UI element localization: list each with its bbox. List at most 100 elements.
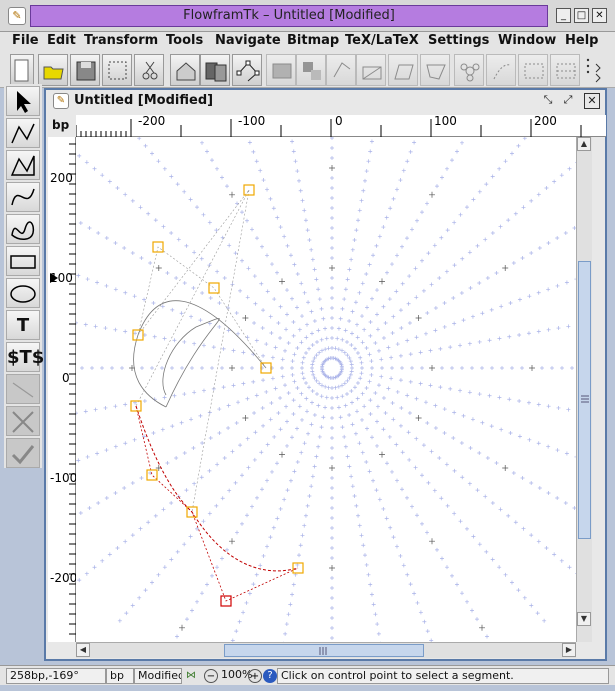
line-tool[interactable] <box>6 118 40 148</box>
minimize-button[interactable]: _ <box>556 8 571 23</box>
path-button[interactable] <box>420 54 450 86</box>
rotate-button[interactable] <box>326 54 356 86</box>
new-button[interactable] <box>10 54 34 86</box>
grid-lock-button[interactable] <box>550 54 580 86</box>
ruler-marker-icon <box>50 273 58 283</box>
horizontal-scrollbar[interactable]: ◀ ▶ <box>76 642 576 658</box>
menu-window[interactable]: Window <box>498 33 556 48</box>
horizontal-scroll-thumb[interactable] <box>224 644 424 657</box>
zoom-out-icon[interactable]: − <box>204 669 218 683</box>
closed-curve-icon <box>11 221 35 240</box>
shear-button[interactable] <box>388 54 418 86</box>
maximize-button[interactable]: □ <box>574 8 589 23</box>
scroll-right-button[interactable]: ▶ <box>562 643 576 657</box>
save-button[interactable] <box>70 54 100 86</box>
frame-title: Untitled [Modified] <box>74 93 214 108</box>
scroll-down-button[interactable]: ▼ <box>577 612 591 626</box>
spray-icon <box>493 64 511 80</box>
rectangle-tool[interactable] <box>6 246 40 276</box>
grip-icon <box>581 395 589 403</box>
control-points-icon <box>236 60 260 82</box>
cross-icon <box>12 411 34 433</box>
radial-grid <box>76 137 576 642</box>
menu-transform[interactable]: Transform <box>84 33 158 48</box>
document-frame: ✎ Untitled [Modified] ⤡ ⤢ ✕ bp -200 -100… <box>44 88 607 661</box>
select-icon <box>108 61 127 80</box>
select-tool[interactable] <box>6 86 40 116</box>
delete-tool[interactable] <box>6 406 40 436</box>
ungroup-button[interactable] <box>296 54 326 86</box>
finish-tool[interactable] <box>6 438 40 468</box>
path-icon <box>426 64 446 80</box>
closed-curve-tool[interactable] <box>6 214 40 244</box>
vertical-scroll-thumb[interactable] <box>578 261 591 539</box>
close-button[interactable]: ✕ <box>592 8 607 23</box>
curve-tool[interactable] <box>6 182 40 212</box>
grid-button[interactable] <box>518 54 548 86</box>
ungroup-icon <box>303 62 321 80</box>
tool-palette: T $T$ <box>4 84 44 468</box>
line-icon <box>11 123 35 144</box>
zoom-in-icon[interactable]: + <box>248 669 262 683</box>
unit-label: bp <box>52 118 70 132</box>
pattern-button[interactable] <box>454 54 484 86</box>
control-points-button[interactable] <box>232 54 262 86</box>
math-tool[interactable]: $T$ <box>6 342 44 372</box>
scroll-up-button[interactable]: ▲ <box>577 137 591 151</box>
selected-curve-segment[interactable] <box>135 405 299 572</box>
hruler-label: 200 <box>534 114 557 128</box>
closed-line-tool[interactable] <box>6 150 40 180</box>
menu-tools[interactable]: Tools <box>166 33 203 48</box>
help-icon[interactable]: ? <box>263 669 277 683</box>
menu-edit[interactable]: Edit <box>47 33 76 48</box>
window-titlebar: ✎ FlowframTk – Untitled [Modified] _ □ ✕ <box>0 0 615 32</box>
open-icon <box>43 66 64 80</box>
cut-button[interactable] <box>134 54 164 86</box>
status-message: Click on control point to select a segme… <box>277 668 609 684</box>
vruler-label: 0 <box>62 371 70 385</box>
menu-navigate[interactable]: Navigate <box>215 33 281 48</box>
control-polygon <box>137 246 267 369</box>
modified-status: Modified <box>134 668 182 684</box>
open-button[interactable] <box>38 54 68 86</box>
group-icon <box>272 63 292 79</box>
disabled-tool[interactable] <box>6 374 40 404</box>
menu-bitmap[interactable]: Bitmap <box>287 33 339 48</box>
vertical-scrollbar[interactable]: ▲ ▼ <box>576 137 592 642</box>
canvas-drawing[interactable] <box>76 137 576 642</box>
curve-segment[interactable] <box>133 300 267 408</box>
menu-file[interactable]: File <box>12 33 39 48</box>
select-area-button[interactable] <box>102 54 132 86</box>
spray-button[interactable] <box>486 54 516 86</box>
menu-tex-latex[interactable]: TeX/LaTeX <box>345 33 419 48</box>
frame-iconify-button[interactable]: ⤡ <box>540 93 556 109</box>
scroll-left-button[interactable]: ◀ <box>76 643 90 657</box>
menu-help[interactable]: Help <box>565 33 598 48</box>
control-polygon <box>135 189 250 407</box>
control-point[interactable] <box>146 469 158 481</box>
home-button[interactable] <box>170 54 200 86</box>
scale-icon <box>362 66 382 80</box>
text-tool[interactable]: T <box>6 310 40 340</box>
scale-button[interactable] <box>356 54 386 86</box>
copy-button[interactable] <box>200 54 230 86</box>
control-point[interactable] <box>208 282 220 294</box>
toolbar-overflow[interactable] <box>584 54 606 86</box>
ellipse-tool[interactable] <box>6 278 40 308</box>
frame-close-button[interactable]: ✕ <box>584 93 600 109</box>
snap-icon[interactable]: ⋈ <box>184 669 198 683</box>
curve-icon <box>11 188 35 206</box>
vertical-ruler: 200 100 0 -100 -200 <box>48 137 77 645</box>
menu-settings[interactable]: Settings <box>428 33 489 48</box>
drawing-canvas[interactable] <box>76 137 576 642</box>
hruler-label: 0 <box>335 114 343 128</box>
main-toolbar <box>0 52 615 88</box>
group-button[interactable] <box>266 54 296 86</box>
cut-icon <box>142 61 158 80</box>
frame-maximize-button[interactable]: ⤢ <box>560 93 576 109</box>
check-icon <box>11 445 35 465</box>
ellipse-icon <box>10 285 36 303</box>
arrow-icon <box>17 91 31 113</box>
curve-segment[interactable] <box>162 317 220 408</box>
rotate-icon <box>333 62 351 78</box>
